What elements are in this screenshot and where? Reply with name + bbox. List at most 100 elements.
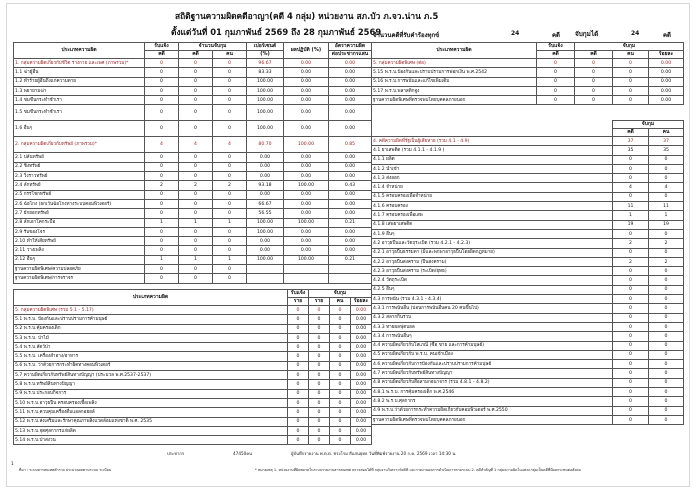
row-value-c2: 0 — [308, 360, 330, 372]
row-value-c2: 0 — [308, 435, 330, 446]
row-value-c3: 0 — [329, 370, 351, 381]
row-value-c6: 0.00 — [328, 226, 372, 238]
row-value-c2: 0 — [178, 76, 213, 87]
row-value-c1: 0 — [144, 76, 179, 87]
arrest-label: จับกุมได้ — [575, 30, 599, 38]
col-header-case: คดี — [574, 50, 613, 59]
row-value-c4: 0.00 — [647, 85, 685, 97]
row-value-c2: 0 — [648, 359, 684, 370]
row-value-c6: 0.00 — [328, 104, 372, 122]
table-row: 4.1.5 ครอบครองเพื่อจำหน่าย 0 0 — [371, 191, 684, 203]
row-value-c1: 0 — [144, 198, 179, 210]
table-row: 4.1.2 นำเข้า 0 0 — [371, 163, 684, 175]
row-label: 5.10 พ.ร.บ.อาวุธปืน ครอบครองเชื้อเพลิง — [13, 397, 288, 409]
row-value-c1: 0 — [612, 247, 649, 258]
row-value-c3: 0 — [212, 76, 247, 87]
row-value-c1: 0 — [612, 191, 649, 203]
row-label: 5.1 พ.ร.บ. ป้องกันและปราบปรามการค้ามนุษย… — [13, 314, 288, 325]
table-row: 4.2 อาวุธปืนและวัตถุระเบิด (รวม 4.2.1 - … — [371, 238, 684, 249]
col-header-received: รับแจ้ง — [536, 42, 575, 51]
row-value-c2: 0 — [178, 152, 213, 163]
row-value-c2: 0 — [178, 161, 213, 173]
table-row: 4.1.7 ครอบครองเพื่อเสพ 1 1 — [371, 210, 684, 221]
table-row: 2.1 ปล้นทรัพย์ 0 0 0 0.00 0.00 0.00 — [13, 152, 372, 163]
row-value-c4: 0.00 — [349, 360, 373, 372]
table-row: 2.2 ชิงทรัพย์ 0 0 0 0.00 0.00 0.00 — [13, 161, 372, 173]
row-value-c5 — [283, 273, 329, 284]
row-value-c6: 0.21 — [328, 217, 372, 228]
row-value-c2: 4 — [648, 182, 684, 193]
row-label: 5.9 พ.ร.บ.ประกอบกิจการ — [13, 388, 288, 399]
row-label: 5.12 พ.ร.บ.ส่งเสริมและรักษาคุณภาพสิ่งแวด… — [13, 416, 288, 427]
row-label: 4. คดีความผิดที่รัฐเป็นผู้เสียหาย (รวม 4… — [371, 135, 613, 147]
row-value-c2: 0 — [574, 95, 613, 106]
row-label: 5.16 พ.ร.บ.การพนันและแก้ไขเพิ่มเติม — [371, 76, 537, 87]
row-value-c1: 0 — [536, 76, 575, 87]
table-row: 1.4 ข่มขืนกระทำชำเรา 0 0 0 100.00 0.00 0.00 — [13, 95, 372, 106]
row-value-c5: 0.00 — [283, 57, 329, 69]
row-value-c4: 100.00 — [246, 120, 284, 138]
col-header-arrested: จำนวนจับกุม — [178, 42, 247, 51]
row-value-c1: 0 — [612, 154, 649, 165]
table-row: 2.12 อื่นๆ 1 1 1 100.00 100.00 0.21 — [13, 254, 372, 266]
row-label: 5.5 พ.ร.บ. เครื่องสำอาง/อาหาร — [13, 351, 288, 362]
table-row: ฐานความผิดพิเศษ/การจราจร 0 0 0 — [13, 273, 372, 284]
row-value-c4: 100.00 — [246, 254, 284, 266]
row-value-c1: 0 — [536, 67, 575, 78]
left-stats-table: ประเภทความผิด รับแจ้ง จำนวนจับกุม เปอร์เ… — [13, 42, 372, 284]
row-value-c2: 4 — [178, 136, 213, 154]
row-value-c1: 0 — [287, 323, 309, 334]
table-row: 5.11 พ.ร.บ.ควบคุมเครื่องดื่มแอลกอฮอล์ 0 0 0… — [13, 407, 373, 418]
row-value-c2: 1 — [178, 217, 213, 228]
row-value-c1: 0 — [144, 161, 179, 173]
row-value-c3: 0 — [612, 85, 649, 97]
row-value-c2: 0 — [308, 379, 330, 390]
row-value-c1: 0 — [612, 173, 649, 184]
row-value-c2: 0 — [574, 85, 613, 97]
table-row: 1.3 พยายามฆ่า 0 0 0 100.00 0.00 0.00 — [13, 85, 372, 97]
population-label: ประชากร — [167, 451, 185, 456]
row-value-c4: 0.00 — [349, 332, 373, 344]
row-label: 5.15 พ.ร.บ.ป้องกันและปราบปรามการฟอกเงิน … — [371, 67, 537, 78]
row-value-c2: 0 — [648, 349, 684, 361]
row-value-c2: 0 — [178, 245, 213, 256]
row-value-c1: 0 — [612, 163, 649, 175]
row-value-c4: 100.00 — [246, 217, 284, 228]
row-label: 4.1.7 ครอบครองเพื่อเสพ — [371, 210, 613, 221]
row-label: 5.17 พ.ร.บ.พลาสติกจูง — [371, 85, 537, 97]
table-row: 4.2.1 อาวุธปืนธรรมดา (มีและพกพาอาวุธปืนโ… — [371, 247, 684, 258]
row-value-c1: 0 — [287, 425, 309, 437]
row-value-c1: 0 — [612, 294, 649, 305]
row-value-c4: 96.67 — [246, 57, 284, 69]
report-date-range: ตั้งแต่วันที่ 01 กุมภาพันธ์ 2569 ถึง 28 … — [171, 27, 382, 37]
row-label: 5. กลุ่มความผิดพิเศษ (รวม 5.1 - 5.17) — [13, 304, 288, 316]
row-value-c3: 0 — [212, 95, 247, 106]
table-row: 5.3 พ.ร.บ. ป่าไม้ 0 0 0 0.00 — [13, 332, 373, 344]
row-label: 5.3 พ.ร.บ. ป่าไม้ — [13, 332, 288, 344]
row-label: 2.7 ยักยอกทรัพย์ — [13, 208, 145, 219]
row-value-c2: 0 — [178, 171, 213, 182]
row-value-c2: 0 — [574, 57, 613, 69]
table-row: 4.4 ความผิดเกี่ยวกับโสเภณี (ซื้อ ขาย และ… — [371, 340, 684, 351]
row-label: 5.4 พ.ร.บ.สัตว์ป่า — [13, 342, 288, 353]
row-value-c4: 100.00 — [246, 226, 284, 238]
row-value-c5: 0.00 — [283, 67, 329, 78]
row-label: 4.1.1 ผลิต — [371, 154, 613, 165]
row-label: 5.7 ความผิดเกี่ยวกับทรัพย์สินทางปัญญา (ป… — [13, 370, 288, 381]
row-value-c4: 0.00 — [349, 379, 373, 390]
row-value-c3: 0 — [612, 67, 649, 78]
row-value-c5: 0.00 — [283, 85, 329, 97]
row-value-c1: 2 — [144, 180, 179, 191]
table-row: 4.3.3 ทายผลฟุตบอล 0 0 — [371, 321, 684, 333]
table-row: 4.1.3 ส่งออก 0 0 — [371, 173, 684, 184]
row-value-c2: 0 — [308, 332, 330, 344]
row-value-c3: 0 — [329, 416, 351, 427]
table-row: 5.12 พ.ร.บ.ส่งเสริมและรักษาคุณภาพสิ่งแวด… — [13, 416, 373, 427]
row-value-c2: 0 — [178, 264, 213, 275]
table-row: ฐานความผิดพิเศษที่ตรวจพบโดยบุคคลภายนอก 0 0 — [371, 414, 684, 426]
row-value-c2: 0 — [178, 208, 213, 219]
row-value-c4: 66.67 — [246, 198, 284, 210]
row-value-c1: 0 — [144, 245, 179, 256]
table-row: 4.8.1 พ.ร.บ. การคุ้มครองเด็ก พ.ศ.2546 0 0 — [371, 386, 684, 398]
row-value-c4: 0.00 — [349, 397, 373, 409]
